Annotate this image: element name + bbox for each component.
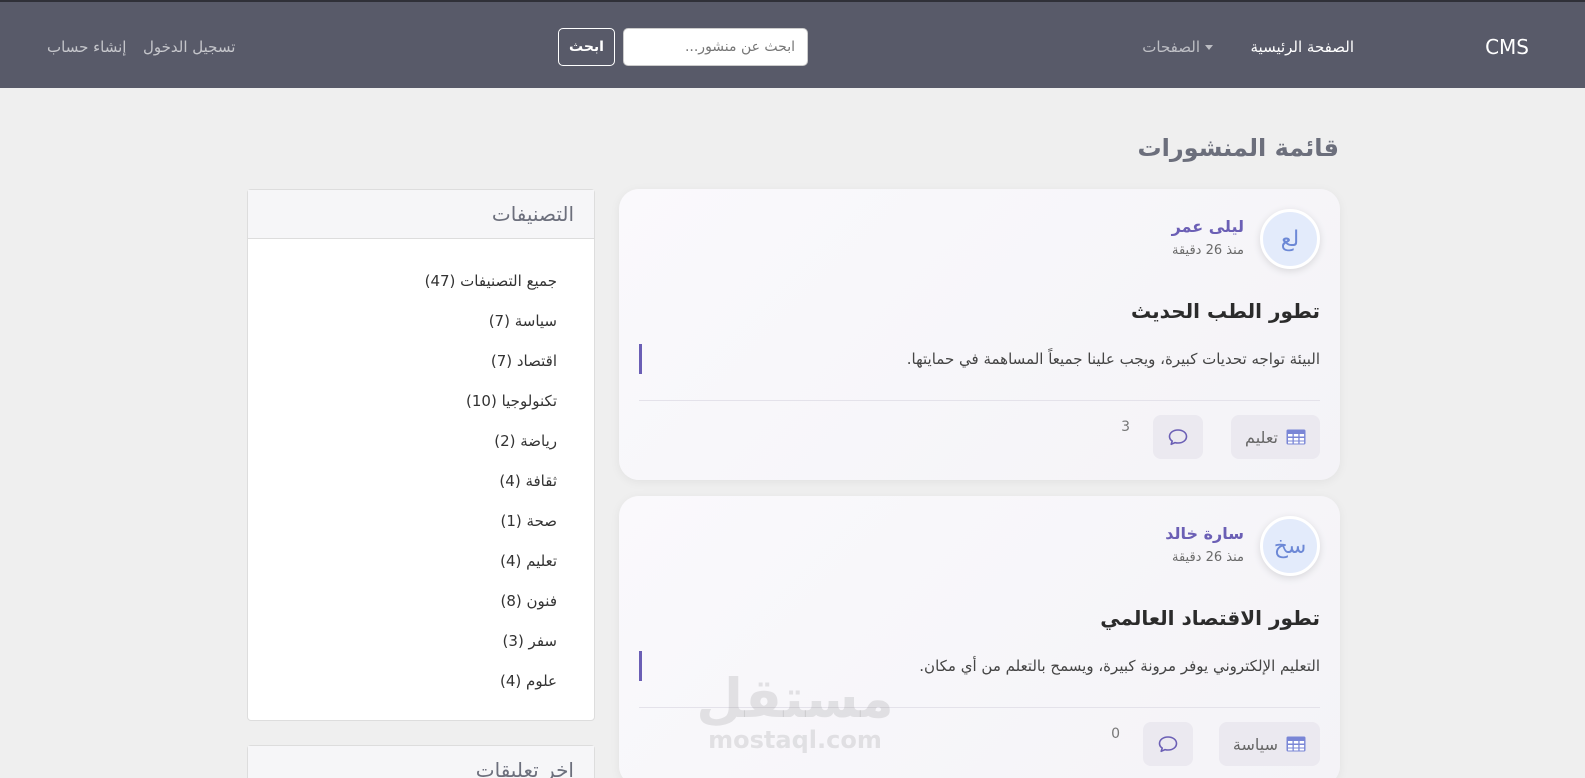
post-card: لع ليلى عمر منذ 26 دقيقة تطور الطب الحدي… (619, 189, 1340, 480)
category-item-arts[interactable]: فنون (8) (248, 581, 558, 621)
categories-panel-title: التصنيفات (491, 202, 574, 226)
comments-button[interactable] (1153, 415, 1203, 459)
post-category-button[interactable]: تعليم (1231, 415, 1320, 459)
avatar: سخ (1260, 516, 1320, 576)
post-author[interactable]: ليلى عمر (1172, 217, 1244, 236)
category-item-technology[interactable]: تكنولوجيا (10) (248, 381, 557, 421)
categories-panel: التصنيفات جميع التصنيفات (47) سياسة (7) … (247, 189, 595, 721)
brand-link[interactable]: CMS (1485, 35, 1529, 59)
navbar: CMS الصفحة الرئيسية الصفحات ابحث تسجيل ا… (0, 0, 1585, 88)
post-time: منذ 26 دقيقة (1172, 550, 1244, 565)
page-title: قائمة المنشورات (1137, 134, 1340, 162)
category-item-travel[interactable]: سفر (3) (248, 621, 557, 661)
post-category-label: سياسة (1232, 734, 1278, 754)
post-title[interactable]: تطور الاقتصاد العالمي (1100, 606, 1320, 630)
caret-down-icon (1205, 44, 1213, 50)
post-category-label: تعليم (1245, 427, 1278, 447)
post-title[interactable]: تطور الطب الحديث (1131, 299, 1320, 323)
post-excerpt: التعليم الإلكتروني يوفر مرونة كبيرة، ويس… (639, 651, 1320, 681)
category-item-politics[interactable]: سياسة (7) (248, 301, 557, 341)
latest-comments-panel: اخر تعليقات (247, 745, 595, 778)
post-author[interactable]: سارة خالد (1165, 524, 1244, 543)
comments-button[interactable] (1143, 722, 1193, 766)
comment-count: 3 (1121, 419, 1130, 435)
nav-home-link[interactable]: الصفحة الرئيسية (1251, 38, 1355, 56)
post-card: سخ سارة خالد منذ 26 دقيقة تطور الاقتصاد … (619, 496, 1340, 778)
category-item-health[interactable]: صحة (1) (248, 501, 558, 541)
login-link[interactable]: تسجيل الدخول (143, 38, 235, 56)
post-category-button[interactable]: سياسة (1218, 722, 1320, 766)
search-button[interactable]: ابحث (558, 28, 615, 66)
post-time: منذ 26 دقيقة (1172, 243, 1244, 258)
category-item-culture[interactable]: ثقافة (4) (248, 461, 557, 501)
category-item-all[interactable]: جميع التصنيفات (47) (248, 261, 557, 301)
category-item-education[interactable]: تعليم (4) (248, 541, 557, 581)
nav-pages-label: الصفحات (1142, 38, 1200, 56)
divider (639, 707, 1320, 708)
divider (639, 400, 1320, 401)
search-input[interactable] (623, 28, 808, 66)
avatar: لع (1260, 209, 1320, 269)
latest-comments-title: اخر تعليقات (475, 758, 574, 778)
comment-icon (1158, 736, 1178, 753)
register-link[interactable]: إنشاء حساب (47, 38, 126, 56)
category-item-science[interactable]: علوم (4) (248, 661, 557, 701)
comment-count: 0 (1111, 726, 1120, 742)
categories-panel-header: التصنيفات (248, 190, 594, 239)
nav-pages-dropdown[interactable]: الصفحات (1142, 38, 1213, 56)
post-excerpt: البيئة تواجه تحديات كبيرة، ويجب علينا جم… (639, 344, 1320, 374)
categories-list: جميع التصنيفات (47) سياسة (7) اقتصاد (7)… (248, 239, 594, 701)
latest-comments-header: اخر تعليقات (248, 746, 594, 778)
table-icon (1286, 429, 1306, 445)
table-icon (1286, 736, 1306, 752)
comment-icon (1168, 429, 1188, 446)
category-item-sports[interactable]: رياضة (2) (248, 421, 557, 461)
category-item-economy[interactable]: اقتصاد (7) (248, 341, 557, 381)
